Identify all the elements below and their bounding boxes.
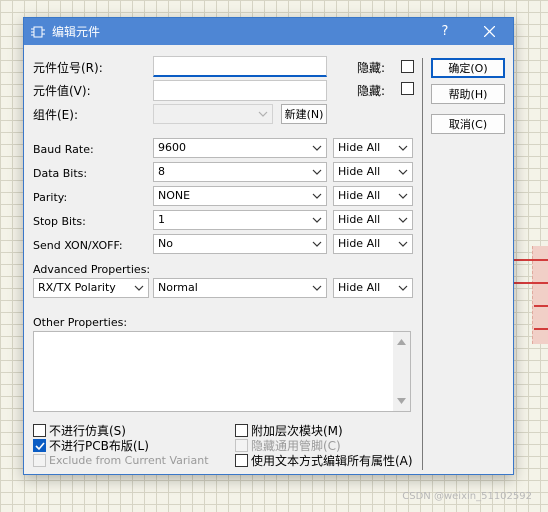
property-value-select[interactable]: NONE — [153, 186, 327, 206]
scroll-up-icon[interactable] — [397, 339, 406, 345]
value-input[interactable] — [153, 80, 327, 101]
cancel-button[interactable]: 取消(C) — [431, 114, 505, 134]
property-label: Parity: — [33, 191, 68, 204]
close-icon — [483, 26, 495, 37]
group-select — [153, 104, 273, 124]
exclude-variant-checkbox — [33, 454, 46, 467]
chevron-down-icon — [312, 285, 322, 291]
property-visibility-select[interactable]: Hide All — [333, 234, 413, 254]
chevron-down-icon — [398, 193, 408, 199]
chevron-down-icon — [312, 193, 322, 199]
help-title-button[interactable]: ? — [425, 18, 465, 45]
chevron-down-icon — [398, 241, 408, 247]
exclude-simulation-checkbox[interactable] — [33, 424, 46, 437]
question-icon: ? — [441, 24, 449, 39]
property-label: Stop Bits: — [33, 215, 86, 228]
component-icon — [31, 26, 45, 37]
vertical-scrollbar[interactable] — [393, 332, 410, 411]
property-label: Baud Rate: — [33, 143, 94, 156]
advanced-property-visibility-select[interactable]: Hide All — [333, 278, 413, 298]
designator-hidden-checkbox[interactable] — [401, 60, 414, 73]
designator-hidden-label: 隐藏: — [357, 61, 386, 75]
designator-label: 元件位号(R): — [33, 61, 103, 75]
property-value-select[interactable]: 8 — [153, 162, 327, 182]
exclude-variant-label: Exclude from Current Variant — [49, 454, 209, 467]
close-button[interactable] — [469, 18, 509, 45]
property-value-select[interactable]: 1 — [153, 210, 327, 230]
wire — [514, 259, 548, 261]
advanced-property-name-select[interactable]: RX/TX Polarity — [33, 278, 149, 298]
chevron-down-icon — [398, 145, 408, 151]
property-visibility-select[interactable]: Hide All — [333, 138, 413, 158]
chevron-down-icon — [312, 241, 322, 247]
title-bar[interactable]: 编辑元件 ? — [24, 18, 513, 45]
chevron-down-icon — [312, 217, 322, 223]
chevron-down-icon — [398, 217, 408, 223]
property-label: Data Bits: — [33, 167, 88, 180]
property-visibility-select[interactable]: Hide All — [333, 186, 413, 206]
other-properties-textarea[interactable] — [33, 331, 411, 412]
property-value-select[interactable]: No — [153, 234, 327, 254]
edit-as-text-checkbox[interactable] — [235, 454, 248, 467]
chevron-down-icon — [258, 111, 268, 117]
property-visibility-select[interactable]: Hide All — [333, 162, 413, 182]
chevron-down-icon — [398, 285, 408, 291]
scroll-down-icon[interactable] — [397, 398, 406, 404]
property-visibility-select[interactable]: Hide All — [333, 210, 413, 230]
help-button[interactable]: 帮助(H) — [431, 84, 505, 104]
group-label: 组件(E): — [33, 108, 78, 122]
other-properties-label: Other Properties: — [33, 316, 128, 329]
chevron-down-icon — [398, 169, 408, 175]
watermark: CSDN @weixin_51102592 — [402, 491, 532, 502]
chevron-down-icon — [312, 169, 322, 175]
checkmark-icon — [35, 442, 45, 451]
chevron-down-icon — [312, 145, 322, 151]
chevron-down-icon — [134, 285, 144, 291]
vertical-separator — [422, 58, 423, 470]
edit-component-dialog: 编辑元件 ? 元件位号(R): 隐藏: 元件值(V): 隐藏: 组件(E): 新… — [23, 17, 514, 475]
value-label: 元件值(V): — [33, 84, 91, 98]
hide-common-pins-checkbox — [235, 439, 248, 452]
wire — [534, 305, 548, 307]
attach-hierarchy-checkbox[interactable] — [235, 424, 248, 437]
designator-input[interactable] — [153, 56, 327, 77]
edit-as-text-label: 使用文本方式编辑所有属性(A) — [251, 454, 413, 468]
exclude-pcb-label: 不进行PCB布版(L) — [49, 439, 149, 453]
advanced-properties-label: Advanced Properties: — [33, 263, 151, 276]
property-label: Send XON/XOFF: — [33, 239, 123, 252]
wire — [514, 282, 548, 284]
wire — [534, 328, 548, 330]
dialog-title: 编辑元件 — [52, 25, 101, 39]
property-value-select[interactable]: 9600 — [153, 138, 327, 158]
advanced-property-value-select[interactable]: Normal — [153, 278, 327, 298]
ok-button[interactable]: 确定(O) — [431, 58, 505, 78]
exclude-pcb-checkbox[interactable] — [33, 439, 46, 452]
value-hidden-checkbox[interactable] — [401, 82, 414, 95]
value-hidden-label: 隐藏: — [357, 84, 386, 98]
new-group-button[interactable]: 新建(N) — [281, 104, 327, 124]
